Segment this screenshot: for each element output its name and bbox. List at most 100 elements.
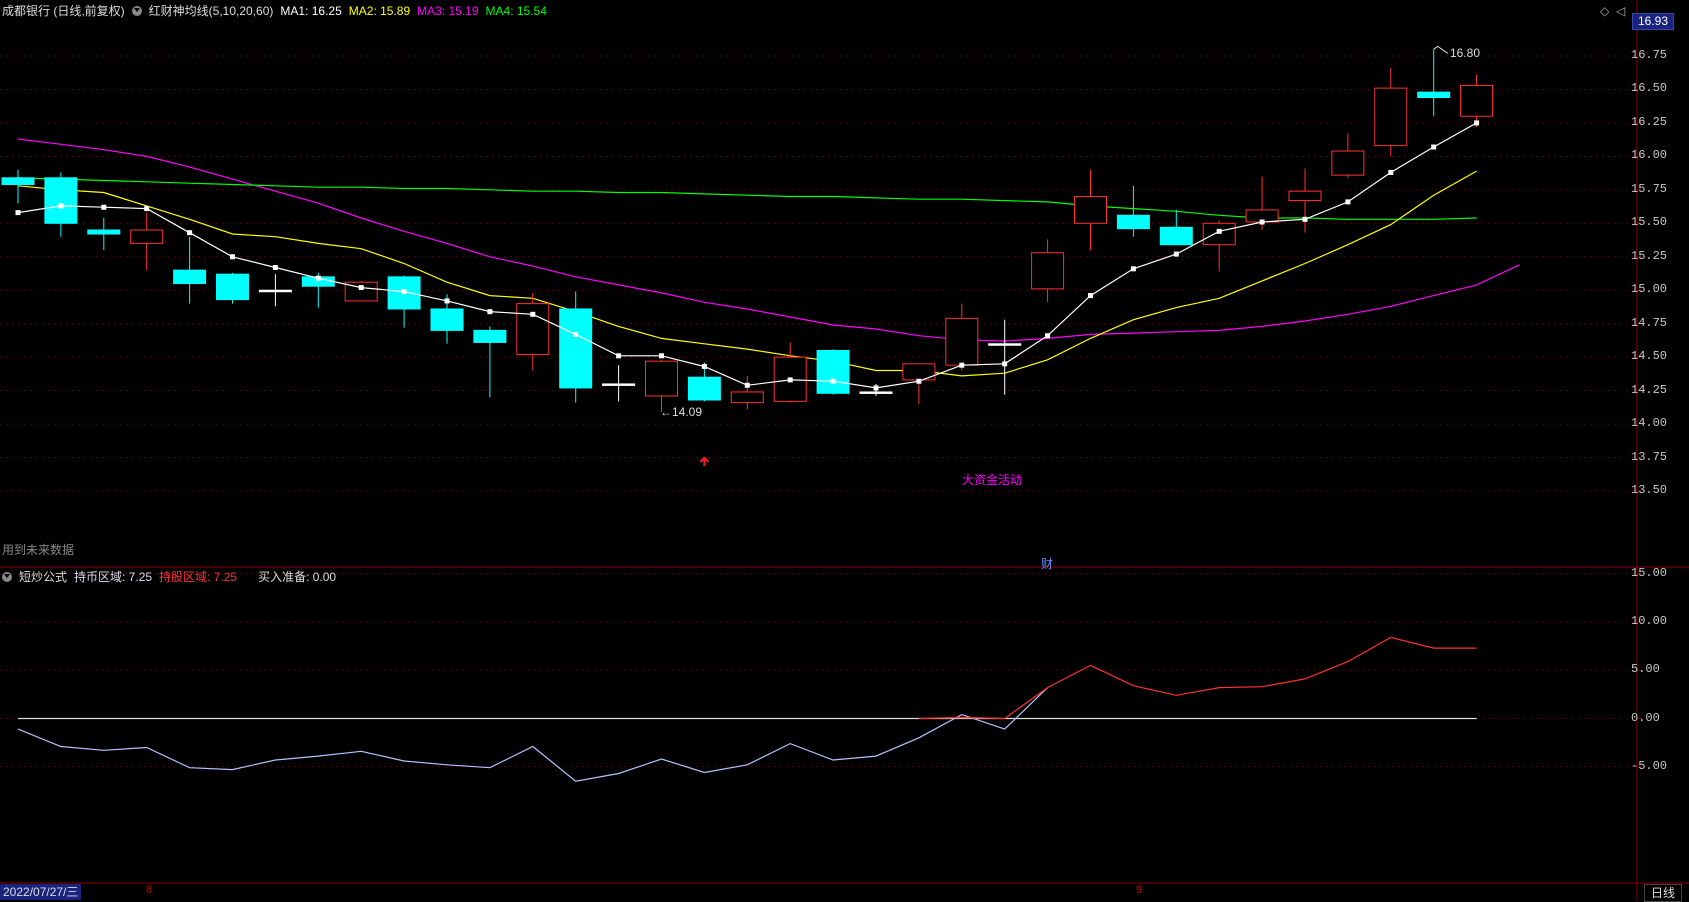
candle[interactable] (516, 292, 550, 371)
hold-coin-value: 持币区域: 7.25 (74, 570, 153, 584)
ma1-marker (616, 353, 622, 359)
month-tick-8: 8 (146, 884, 153, 896)
ma1-marker (959, 362, 965, 368)
candle-body (44, 177, 78, 224)
ma-line-ma3 (17, 138, 1520, 342)
price-tick-label: 16.00 (1631, 148, 1668, 163)
ma1-marker (187, 230, 193, 236)
candle-body (816, 349, 850, 394)
price-tick-label: 16.75 (1631, 48, 1668, 62)
candle-body (1202, 222, 1236, 246)
candle[interactable] (130, 212, 164, 271)
candle[interactable] (1374, 68, 1408, 157)
ma1-marker (1259, 219, 1265, 225)
chart-canvas[interactable] (0, 0, 1689, 901)
triangle-icon[interactable]: ◁ (1616, 4, 1625, 18)
price-tick-label: 14.50 (1631, 349, 1668, 364)
price-tick-label: 15.00 (1631, 282, 1668, 297)
candle-body (602, 383, 636, 386)
candle[interactable] (816, 349, 850, 395)
ma1-marker (444, 298, 450, 304)
ma1-marker (1088, 293, 1093, 299)
price-tick-label: 14.75 (1631, 315, 1668, 330)
ma1-marker (787, 377, 793, 383)
candle-body (730, 391, 764, 404)
candle[interactable] (902, 363, 936, 404)
candle[interactable] (387, 275, 421, 328)
candle[interactable] (1031, 239, 1065, 303)
candle[interactable] (216, 272, 249, 304)
month-tick-9: 9 (1136, 884, 1143, 896)
buy-arrow-icon (699, 456, 710, 466)
price-tick-label: 15.75 (1631, 181, 1668, 196)
ma1-marker (230, 254, 235, 260)
candle-body (645, 360, 678, 397)
ma1-marker (315, 275, 321, 281)
ma1-marker (1431, 144, 1437, 150)
candle-body (1460, 84, 1494, 117)
candle-body (1074, 196, 1107, 224)
candle-body (687, 376, 721, 401)
indicator-menu-icon[interactable] (2, 572, 12, 582)
diamond-icon[interactable]: ◇ (1600, 4, 1609, 18)
candle-body (1159, 226, 1193, 246)
candle[interactable] (1288, 168, 1322, 233)
candle-body (1116, 214, 1150, 230)
buy-ready-value: 买入准备: 0.00 (258, 570, 337, 584)
ma4-value: MA4: 15.54 (485, 4, 547, 18)
candle-body (258, 289, 292, 293)
ma1-marker (530, 311, 536, 317)
ma1-marker (1002, 361, 1008, 367)
candle-body (988, 343, 1022, 346)
ma1-marker (15, 210, 21, 216)
ma1-marker (873, 385, 879, 391)
candle[interactable] (1417, 49, 1451, 117)
indicator-tick-label: 15.00 (1631, 565, 1668, 580)
ma1-marker (1045, 333, 1051, 339)
candle[interactable] (1116, 185, 1150, 237)
ma1-marker (272, 264, 278, 270)
price-tick-label: 13.75 (1631, 449, 1668, 464)
candle[interactable] (1159, 209, 1193, 246)
candle[interactable] (87, 217, 121, 251)
candle-body (1417, 91, 1451, 98)
ma1-marker (101, 204, 107, 210)
high-price-label: 16.80 (1450, 46, 1481, 60)
candle-body (173, 269, 207, 285)
candle[interactable] (945, 303, 979, 371)
candle-body (1374, 87, 1408, 147)
high-marker-icon (1433, 45, 1448, 54)
price-tick-label: 15.25 (1631, 248, 1668, 263)
candle[interactable] (473, 326, 507, 398)
candle-body (473, 329, 507, 343)
ma2-value: MA2: 15.89 (348, 4, 411, 18)
stock-title: 成都银行 (日线,前复权) (2, 4, 125, 18)
price-tick-label: 14.25 (1631, 382, 1668, 397)
candle[interactable] (1460, 74, 1494, 127)
candle[interactable] (1074, 169, 1107, 251)
candle-body (87, 229, 121, 235)
price-tick-label: 13.50 (1631, 483, 1668, 497)
candle-body (1031, 252, 1065, 290)
ma1-marker (1216, 228, 1222, 234)
candle[interactable] (258, 274, 292, 307)
period-button[interactable]: 日线 (1644, 884, 1683, 902)
ma1-marker (701, 364, 707, 370)
candle-body (516, 303, 550, 355)
candle[interactable] (173, 236, 207, 304)
candle-body (559, 308, 593, 389)
indicator-menu-icon[interactable] (131, 6, 142, 16)
ma3-value: MA3: 15.19 (417, 4, 479, 18)
ma1-marker (1474, 120, 1480, 126)
candle[interactable] (344, 280, 378, 302)
candle-body (1288, 190, 1322, 202)
ma1-marker (1345, 199, 1351, 205)
ma1-marker (358, 285, 364, 291)
candle[interactable] (602, 365, 636, 402)
hold-coin-line (17, 687, 1049, 782)
candle[interactable] (1331, 133, 1365, 178)
sub-indicator-name[interactable]: 短炒公式 (19, 570, 67, 584)
candle[interactable] (773, 342, 807, 403)
ma1-marker (1302, 216, 1308, 222)
indicator-name[interactable]: 红财神均线(5,10,20,60) (149, 4, 274, 18)
